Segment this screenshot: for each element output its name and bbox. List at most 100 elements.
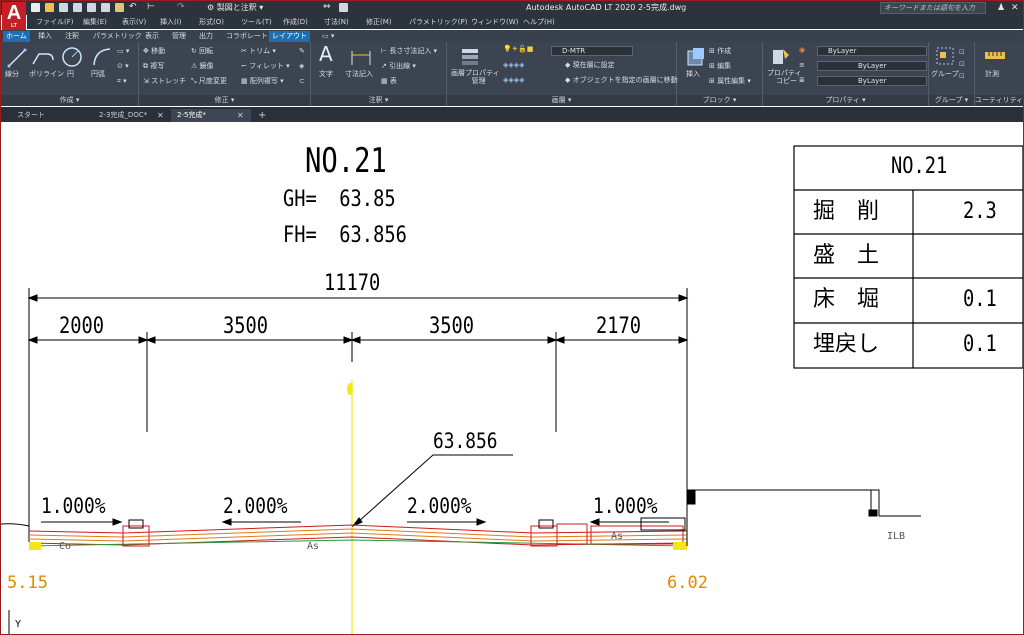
fillet-button[interactable]: ⌐ フィレット ▾: [241, 62, 290, 71]
file-tab-start[interactable]: スタート: [11, 109, 93, 122]
leader-button[interactable]: ↗ 引出線 ▾: [381, 62, 416, 71]
stretch-button[interactable]: ⇲ ストレッチ: [143, 77, 186, 86]
rotate-button[interactable]: ↻ 回転: [191, 47, 213, 56]
tab-annotate[interactable]: 注釈: [62, 31, 82, 42]
save-icon[interactable]: [59, 3, 68, 12]
menu-insert[interactable]: 挿入(I): [160, 17, 182, 27]
array-button[interactable]: ▦ 配列複写 ▾: [241, 77, 284, 86]
panel-draw-title[interactable]: 作成 ▾: [1, 95, 138, 106]
drawing-canvas[interactable]: NO.21 GH= 63.85 FH= 63.856 11170 2000 35…: [1, 122, 1023, 634]
circle-icon[interactable]: [61, 46, 83, 68]
create-block-button[interactable]: ⊞ 作成: [709, 47, 731, 56]
panel-utilities-title[interactable]: ユーティリティ ▾: [975, 95, 1023, 106]
menu-parametric[interactable]: パラメトリック(P): [409, 17, 467, 27]
line-icon[interactable]: [7, 48, 27, 68]
close-window-icon[interactable]: ✕: [1011, 2, 1019, 14]
print-icon[interactable]: [339, 3, 348, 12]
scale-button[interactable]: ⤡ 尺度変更: [191, 77, 227, 86]
boundary-icon[interactable]: ⌗ ▾: [117, 77, 127, 86]
menu-dimension[interactable]: 寸法(N): [324, 17, 349, 27]
explode-icon[interactable]: ◈: [299, 62, 304, 71]
move-button[interactable]: ✥ 移動: [143, 47, 165, 56]
current-layer-dropdown[interactable]: D-MTR: [551, 46, 633, 56]
open-file-icon[interactable]: [45, 3, 54, 12]
close-tab-icon[interactable]: ✕: [157, 110, 164, 121]
share-icon[interactable]: ⇔: [323, 3, 332, 12]
text-icon[interactable]: A: [319, 43, 333, 65]
search-input[interactable]: キーワードまたは語句を入力: [880, 2, 986, 14]
layer-tool-icons-row3[interactable]: ◈◈◈◈: [503, 76, 525, 85]
group-icon[interactable]: [935, 46, 955, 66]
tab-home[interactable]: ホーム: [3, 31, 30, 42]
erase-icon[interactable]: ✎: [299, 47, 305, 56]
publish-icon[interactable]: [101, 3, 110, 12]
linetype-icon[interactable]: ≡: [799, 61, 805, 70]
linetype-dropdown[interactable]: ByLayer: [817, 61, 927, 71]
redo-icon[interactable]: ↷: [177, 3, 186, 12]
slope-label-3: 2.000%: [407, 494, 472, 518]
set-current-layer-button[interactable]: ◆ 現在層に設定: [565, 61, 615, 70]
copy-button[interactable]: ⧉ 複写: [143, 62, 164, 71]
menu-file[interactable]: ファイル(F): [36, 17, 74, 27]
linear-dim-button[interactable]: ⊢ 長さ寸法記入 ▾: [381, 47, 437, 56]
arc-icon[interactable]: [91, 46, 113, 68]
tab-parametric[interactable]: パラメトリック: [90, 31, 145, 42]
hatch-icon[interactable]: ⊙ ▾: [117, 62, 129, 71]
tab-insert[interactable]: 挿入: [35, 31, 55, 42]
layer-properties-icon[interactable]: [459, 46, 483, 66]
polyline-icon[interactable]: [31, 48, 55, 68]
color-dropdown[interactable]: ByLayer: [817, 46, 927, 56]
rectangle-icon[interactable]: ▭ ▾: [117, 47, 129, 56]
workspace-dropdown[interactable]: ⚙ 製図と注釈 ▾: [207, 2, 263, 13]
mirror-button[interactable]: ⚠ 鏡像: [191, 62, 214, 71]
menu-modify[interactable]: 修正(M): [366, 17, 392, 27]
tab-collaborate[interactable]: コラボレート: [223, 31, 271, 42]
table-button[interactable]: ▦ 表: [381, 77, 397, 86]
dimension-tool-icon[interactable]: ⊢: [147, 3, 156, 12]
match-properties-icon[interactable]: [771, 46, 791, 66]
panel-annotation-title[interactable]: 注釈 ▾: [311, 95, 446, 106]
application-menu-button[interactable]: A LT: [2, 2, 26, 30]
panel-utilities: 計測 ユーティリティ ▾: [975, 42, 1023, 106]
offset-icon[interactable]: ⊂: [299, 77, 305, 86]
group-tool-icons[interactable]: ⊡ ⊡ ⊡: [959, 46, 965, 82]
tab-view[interactable]: 表示: [142, 31, 162, 42]
undo-icon[interactable]: ↶: [129, 3, 138, 12]
ribbon-display-toggle-icon[interactable]: ▭ ▾: [319, 31, 337, 42]
tab-output[interactable]: 出力: [196, 31, 216, 42]
layer-state-icons[interactable]: 💡☀🔓■: [503, 45, 533, 54]
panel-layers-title[interactable]: 画層 ▾: [447, 95, 676, 106]
measure-icon[interactable]: [983, 48, 1007, 64]
tab-manage[interactable]: 管理: [169, 31, 189, 42]
panel-modify-title[interactable]: 修正 ▾: [139, 95, 310, 106]
edit-block-button[interactable]: ⊞ 編集: [709, 62, 731, 71]
menu-edit[interactable]: 編集(E): [83, 17, 107, 27]
panel-groups-title[interactable]: グループ ▾: [929, 95, 974, 106]
menu-draw[interactable]: 作成(D): [283, 17, 308, 27]
add-tab-button[interactable]: +: [258, 110, 266, 121]
new-file-icon[interactable]: [31, 3, 40, 12]
panel-block-title[interactable]: ブロック ▾: [677, 95, 762, 106]
menu-format[interactable]: 形式(O): [199, 17, 224, 27]
lineweight-icon[interactable]: ≣: [799, 76, 805, 85]
save-as-icon[interactable]: [73, 3, 82, 12]
trim-button[interactable]: ✂ トリム ▾: [241, 47, 276, 56]
insert-block-icon[interactable]: [685, 46, 707, 68]
edit-attribute-button[interactable]: ⊞ 属性編集 ▾: [709, 77, 751, 86]
menu-help[interactable]: ヘルプ(H): [523, 17, 555, 27]
dimension-icon[interactable]: [349, 47, 373, 67]
menu-view[interactable]: 表示(V): [122, 17, 146, 27]
plot-icon[interactable]: [87, 3, 96, 12]
move-to-layer-button[interactable]: ◆ オブジェクトを指定の画層に移動: [565, 76, 678, 85]
tab-layout[interactable]: レイアウト: [269, 31, 310, 42]
panel-modify: ✥ 移動 ↻ 回転 ✂ トリム ▾ ✎ ⧉ 複写 ⚠ 鏡像 ⌐ フィレット ▾ …: [139, 42, 311, 106]
menu-tools[interactable]: ツール(T): [241, 17, 272, 27]
panel-properties-title[interactable]: プロパティ ▾: [763, 95, 928, 106]
layer-tool-icons-row2[interactable]: ◈◈◈◈: [503, 61, 525, 70]
clipboard-icon[interactable]: [115, 3, 124, 12]
close-tab-icon[interactable]: ✕: [237, 110, 244, 121]
lineweight-dropdown[interactable]: ByLayer: [817, 76, 927, 86]
user-icon[interactable]: ♟: [997, 2, 1005, 14]
color-wheel-icon[interactable]: ◉: [799, 46, 805, 55]
menu-window[interactable]: ウィンドウ(W): [471, 17, 518, 27]
